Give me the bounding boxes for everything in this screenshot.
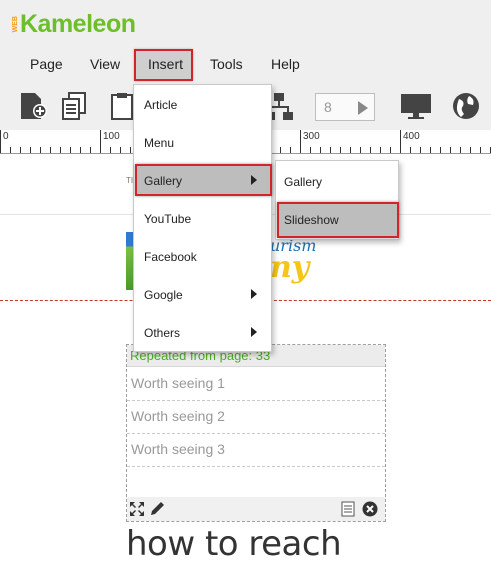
menu-view[interactable]: View	[90, 56, 120, 72]
submenu-item-slideshow[interactable]: Slideshow	[284, 213, 339, 227]
submenu-arrow-icon	[251, 175, 257, 185]
insert-dropdown-menu: Article Menu Gallery YouTube Facebook Go…	[133, 84, 272, 352]
submenu-arrow-icon	[251, 327, 257, 337]
menu-item-youtube[interactable]: YouTube	[144, 212, 191, 226]
menu-item-others[interactable]: Others	[144, 326, 180, 340]
submenu-item-gallery[interactable]: Gallery	[284, 175, 322, 189]
submenu-arrow-icon	[251, 289, 257, 299]
banner-title-line2: ny	[270, 250, 310, 285]
close-icon[interactable]	[362, 501, 378, 517]
copy-page-icon[interactable]	[60, 91, 90, 121]
list-item[interactable]: Worth seeing 1	[127, 368, 385, 401]
go-arrow-icon[interactable]	[358, 101, 368, 115]
ruler-label: 300	[303, 131, 320, 142]
menu-tools[interactable]: Tools	[210, 56, 243, 72]
menu-item-google[interactable]: Google	[144, 288, 183, 302]
globe-icon[interactable]	[451, 91, 481, 121]
document-icon[interactable]	[340, 501, 356, 517]
pencil-icon[interactable]	[149, 501, 165, 517]
menu-item-menu[interactable]: Menu	[144, 136, 174, 150]
list-item-label: Worth seeing 3	[131, 441, 225, 457]
list-item-label: Worth seeing 1	[131, 375, 225, 391]
menu-bar: Page View Insert Tools Help	[0, 48, 491, 82]
page-number-value: 8	[324, 99, 332, 115]
list-item[interactable]: Worth seeing 3	[127, 434, 385, 467]
menu-item-article[interactable]: Article	[144, 98, 177, 112]
list-item-label: Worth seeing 2	[131, 408, 225, 424]
expand-icon[interactable]	[129, 501, 145, 517]
repeated-block[interactable]: Repeated from page: 33 Worth seeing 1 Wo…	[126, 344, 386, 522]
monitor-icon[interactable]	[400, 91, 431, 121]
menu-help[interactable]: Help	[271, 56, 300, 72]
ruler-label: 100	[103, 131, 120, 142]
logo-prefix: WEB	[12, 15, 19, 33]
menu-page[interactable]: Page	[30, 56, 63, 72]
ruler-label: 0	[3, 131, 9, 142]
page-number-field[interactable]: 8	[315, 93, 375, 121]
section-heading: how to reach	[126, 524, 342, 564]
menu-insert[interactable]: Insert	[148, 56, 183, 72]
list-item[interactable]: Worth seeing 2	[127, 401, 385, 434]
app-logo: WEB Kameleon	[12, 8, 136, 40]
gallery-submenu: Gallery Slideshow	[275, 160, 399, 240]
menu-item-facebook[interactable]: Facebook	[144, 250, 197, 264]
menu-item-gallery[interactable]: Gallery	[144, 174, 182, 188]
ruler-label: 400	[403, 131, 420, 142]
add-page-icon[interactable]	[18, 91, 48, 121]
logo-name: Kameleon	[20, 9, 136, 38]
repeated-block-footer	[127, 497, 385, 521]
